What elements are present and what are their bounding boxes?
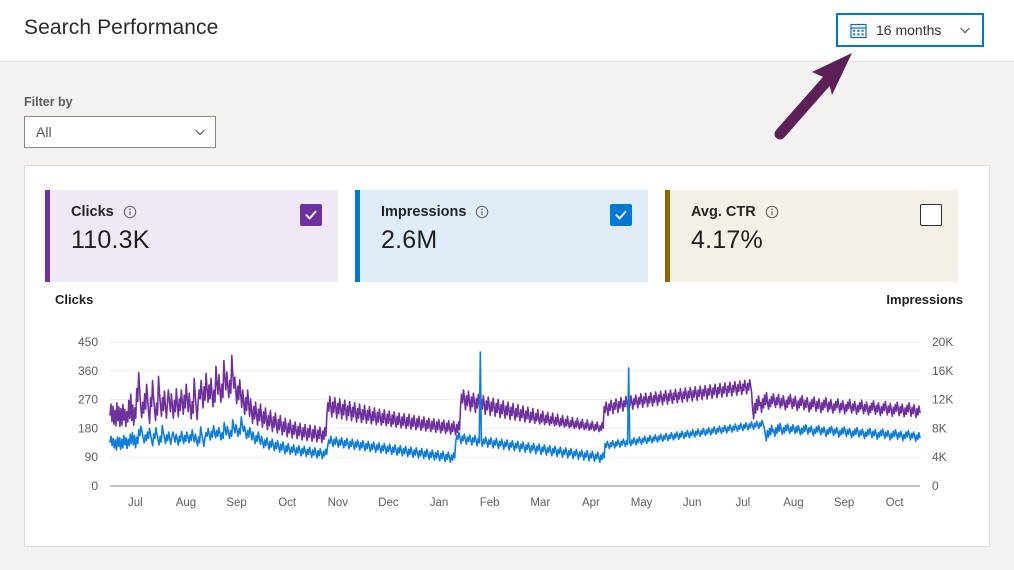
date-range-picker[interactable]: 16 months — [836, 13, 984, 47]
metric-tiles: Clicks 110.3K Impressions 2.6M Avg. CTR … — [45, 190, 958, 282]
svg-text:270: 270 — [78, 393, 98, 407]
chevron-down-icon — [958, 23, 972, 37]
filter-by-label: Filter by — [24, 95, 73, 109]
performance-card: Clicks 110.3K Impressions 2.6M Avg. CTR … — [24, 165, 990, 547]
metric-tile-clicks[interactable]: Clicks 110.3K — [45, 190, 338, 282]
search-performance-page: Search Performance 16 months Filter by A… — [0, 0, 1014, 570]
metric-header: Impressions — [381, 204, 632, 220]
svg-text:8K: 8K — [932, 421, 947, 435]
svg-text:Sep: Sep — [226, 497, 246, 509]
svg-text:Oct: Oct — [278, 497, 297, 509]
svg-text:Jul: Jul — [128, 497, 143, 509]
svg-text:Nov: Nov — [328, 497, 349, 509]
svg-text:Mar: Mar — [530, 497, 550, 509]
svg-text:20K: 20K — [932, 335, 953, 349]
svg-text:Sep: Sep — [834, 497, 854, 509]
svg-text:0: 0 — [932, 479, 939, 493]
calendar-icon — [850, 22, 867, 39]
metric-checkbox-avg-ctr[interactable] — [920, 204, 942, 226]
metric-name: Impressions — [381, 204, 467, 220]
filter-select[interactable]: All — [24, 116, 216, 148]
svg-text:Apr: Apr — [582, 497, 600, 509]
svg-text:360: 360 — [78, 364, 98, 378]
svg-text:180: 180 — [78, 421, 98, 435]
metric-value: 2.6M — [381, 226, 438, 254]
metric-name: Clicks — [71, 204, 114, 220]
svg-text:May: May — [631, 497, 653, 509]
performance-chart: Clicks Impressions 0 0 90 4K 180 8K 270 12K 360 1… — [25, 292, 991, 542]
chart-right-axis-title: Impressions — [886, 292, 963, 307]
svg-text:16K: 16K — [932, 364, 953, 378]
filter-select-value: All — [36, 124, 52, 140]
info-icon[interactable] — [475, 205, 489, 219]
page-title: Search Performance — [24, 16, 219, 39]
metric-name: Avg. CTR — [691, 204, 756, 220]
metric-header: Avg. CTR — [691, 204, 942, 220]
svg-text:Aug: Aug — [176, 497, 196, 509]
svg-text:Aug: Aug — [783, 497, 803, 509]
date-range-label: 16 months — [876, 22, 942, 38]
svg-text:12K: 12K — [932, 393, 953, 407]
info-icon[interactable] — [765, 205, 779, 219]
chart-left-axis-title: Clicks — [55, 292, 94, 307]
metric-header: Clicks — [71, 204, 322, 220]
metric-value: 4.17% — [691, 226, 763, 254]
metric-tile-avg-ctr[interactable]: Avg. CTR 4.17% — [665, 190, 958, 282]
svg-text:Jun: Jun — [683, 497, 702, 509]
chart-plot-area: 0 0 90 4K 180 8K 270 12K 360 16K 450 20K Jul Aug Sep Oc… — [25, 314, 991, 514]
svg-text:Dec: Dec — [378, 497, 399, 509]
metric-value: 110.3K — [71, 226, 150, 254]
metric-tile-impressions[interactable]: Impressions 2.6M — [355, 190, 648, 282]
svg-text:0: 0 — [91, 479, 98, 493]
svg-text:90: 90 — [85, 450, 99, 464]
page-header: Search Performance 16 months — [0, 0, 1014, 62]
svg-text:Feb: Feb — [480, 497, 500, 509]
svg-text:Jan: Jan — [430, 497, 449, 509]
chevron-down-icon — [193, 125, 207, 139]
svg-text:Oct: Oct — [886, 497, 905, 509]
metric-checkbox-clicks[interactable] — [300, 204, 322, 226]
info-icon[interactable] — [123, 205, 137, 219]
filter-bar: Filter by All Download — [0, 62, 1014, 187]
svg-text:450: 450 — [78, 335, 98, 349]
metric-checkbox-impressions[interactable] — [610, 204, 632, 226]
svg-text:Jul: Jul — [735, 497, 750, 509]
svg-text:4K: 4K — [932, 450, 947, 464]
